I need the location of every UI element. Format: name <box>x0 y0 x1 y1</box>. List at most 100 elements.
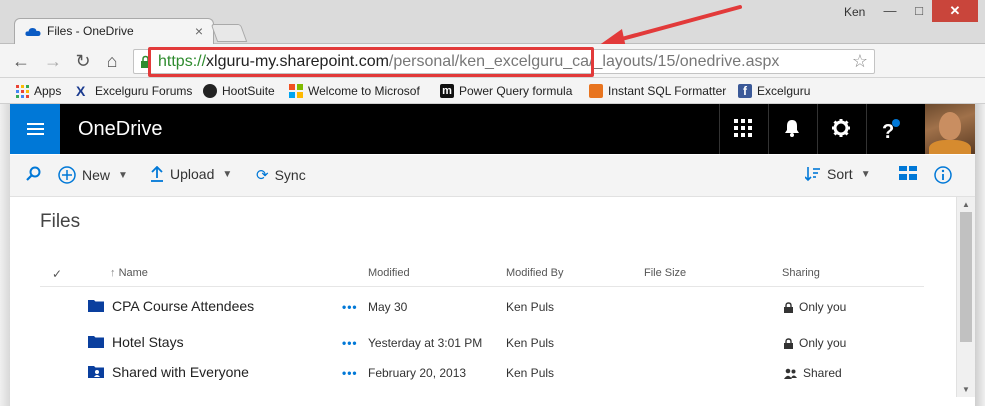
hamburger-menu-button[interactable] <box>10 104 60 154</box>
chevron-down-icon: ▼ <box>860 168 871 180</box>
column-name-label: Name <box>118 267 148 279</box>
browser-toolbar: ← → ↻ ⌂ https://xlguru-my.sharepoint.com… <box>0 44 985 115</box>
gear-icon <box>832 119 850 137</box>
home-icon[interactable]: ⌂ <box>101 50 123 72</box>
sort-icon <box>805 167 820 182</box>
help-button[interactable]: ? <box>866 104 914 154</box>
app-launcher-button[interactable] <box>719 104 767 154</box>
chevron-down-icon: ▼ <box>118 169 128 181</box>
plus-circle-icon <box>58 166 76 184</box>
page-title: Files <box>40 211 81 232</box>
url-host: xlguru-my.sharepoint.com <box>206 53 389 70</box>
address-bar[interactable]: https://xlguru-my.sharepoint.com/persona… <box>133 49 875 74</box>
bookmark-microsoft[interactable]: Welcome to Microsof <box>289 82 420 100</box>
window-edge-left <box>0 104 10 406</box>
apps-grid-icon <box>16 84 29 98</box>
file-name-link[interactable]: Shared with Everyone <box>112 364 249 380</box>
onedrive-suite-bar: OneDrive ? <box>10 104 975 154</box>
reload-icon[interactable]: ↻ <box>72 50 94 72</box>
browser-tab[interactable]: Files - OneDrive × <box>14 18 214 44</box>
bookmark-label: Excelguru <box>757 84 811 98</box>
hamburger-line <box>27 123 44 125</box>
bookmarks-bar: Apps X Excelguru Forums HootSuite Welcom… <box>0 78 985 104</box>
bookmark-label: Power Query formula <box>459 84 573 98</box>
forward-icon[interactable]: → <box>42 50 64 72</box>
more-actions-button[interactable]: ••• <box>342 300 358 314</box>
modified-date: Yesterday at 3:01 PM <box>368 336 483 350</box>
avatar[interactable] <box>925 104 975 154</box>
url-text: https://xlguru-my.sharepoint.com/persona… <box>158 53 779 71</box>
settings-button[interactable] <box>817 104 865 154</box>
tiles-view-icon <box>899 166 917 180</box>
sharing-status[interactable]: Shared <box>784 366 842 380</box>
sharing-label: Only you <box>799 336 847 350</box>
search-icon <box>26 166 41 181</box>
sync-button[interactable]: ⟳ Sync <box>256 166 306 184</box>
upload-arrow-icon <box>151 166 163 182</box>
avatar-shirt <box>929 140 971 154</box>
view-toggle-button[interactable] <box>899 166 917 180</box>
sync-label: Sync <box>274 167 306 183</box>
onedrive-cloud-icon <box>25 28 41 36</box>
more-actions-button[interactable]: ••• <box>342 366 358 380</box>
tab-close-icon[interactable]: × <box>195 23 203 39</box>
scroll-down-arrow-icon[interactable]: ▼ <box>962 385 970 394</box>
select-all-checkmark-icon[interactable]: ✓ <box>52 267 62 281</box>
modified-date: February 20, 2013 <box>368 366 467 380</box>
bookmark-power-query[interactable]: m Power Query formula <box>440 82 572 100</box>
bookmark-label: Excelguru Forums <box>95 84 193 98</box>
bookmark-sql-formatter[interactable]: Instant SQL Formatter <box>589 82 726 100</box>
bookmark-hootsuite[interactable]: HootSuite <box>203 82 275 100</box>
new-tab-button[interactable] <box>210 24 248 42</box>
info-icon <box>934 166 952 184</box>
modified-by: Ken Puls <box>506 300 555 314</box>
modified-by: Ken Puls <box>506 366 555 380</box>
info-pane-button[interactable] <box>934 166 952 184</box>
column-header-sharing[interactable]: Sharing <box>782 267 820 279</box>
hamburger-line <box>27 128 44 130</box>
excelguru-x-icon: X <box>76 83 86 99</box>
column-header-modified-by[interactable]: Modified By <box>506 267 563 279</box>
window-edge-right <box>975 104 985 406</box>
url-protocol: https:// <box>158 53 207 70</box>
bookmark-apps[interactable]: Apps <box>16 82 61 100</box>
scroll-up-arrow-icon[interactable]: ▲ <box>962 200 970 209</box>
profile-name[interactable]: Ken <box>842 5 867 19</box>
vertical-scrollbar[interactable]: ▲ ▼ <box>956 197 975 397</box>
avatar-face <box>939 112 961 140</box>
file-name-link[interactable]: CPA Course Attendees <box>112 298 254 314</box>
sort-button[interactable]: Sort ▼ <box>805 166 871 182</box>
bookmark-label: Welcome to Microsof <box>308 84 420 98</box>
file-name-link[interactable]: Hotel Stays <box>112 334 184 350</box>
back-icon[interactable]: ← <box>10 50 32 72</box>
sync-icon: ⟳ <box>256 167 269 184</box>
lock-icon <box>141 55 150 68</box>
sharing-status[interactable]: Only you <box>784 336 846 350</box>
maximize-button[interactable]: □ <box>905 0 933 22</box>
column-header-file-size[interactable]: File Size <box>644 267 686 279</box>
sql-formatter-icon <box>589 84 603 98</box>
upload-label: Upload <box>170 166 215 182</box>
column-header-modified[interactable]: Modified <box>368 267 410 279</box>
bookmark-star-icon[interactable]: ☆ <box>852 51 868 72</box>
close-window-button[interactable]: ✕ <box>932 0 978 22</box>
window-titlebar: Files - OneDrive × Ken — □ ✕ <box>0 0 985 44</box>
scroll-thumb[interactable] <box>960 212 972 342</box>
search-button[interactable] <box>26 166 41 181</box>
bookmark-label: Instant SQL Formatter <box>608 84 727 98</box>
app-brand[interactable]: OneDrive <box>78 118 162 141</box>
bookmark-label: HootSuite <box>222 84 275 98</box>
sharing-status[interactable]: Only you <box>784 300 846 314</box>
bookmark-excelguru-forums[interactable]: X Excelguru Forums <box>76 82 192 100</box>
url-path: /personal/ken_excelguru_ca/_layouts/15/o… <box>388 53 780 70</box>
bookmark-excelguru-facebook[interactable]: f Excelguru <box>738 82 810 100</box>
column-header-name[interactable]: ↑ Name <box>110 267 148 279</box>
more-actions-button[interactable]: ••• <box>342 336 358 350</box>
notifications-button[interactable] <box>768 104 816 154</box>
new-button[interactable]: New ▼ <box>58 166 128 184</box>
modified-date: May 30 <box>368 300 408 314</box>
minimize-button[interactable]: — <box>876 0 904 22</box>
m-logo-icon: m <box>440 84 454 98</box>
new-label: New <box>82 167 111 183</box>
upload-button[interactable]: Upload ▼ <box>150 166 232 182</box>
